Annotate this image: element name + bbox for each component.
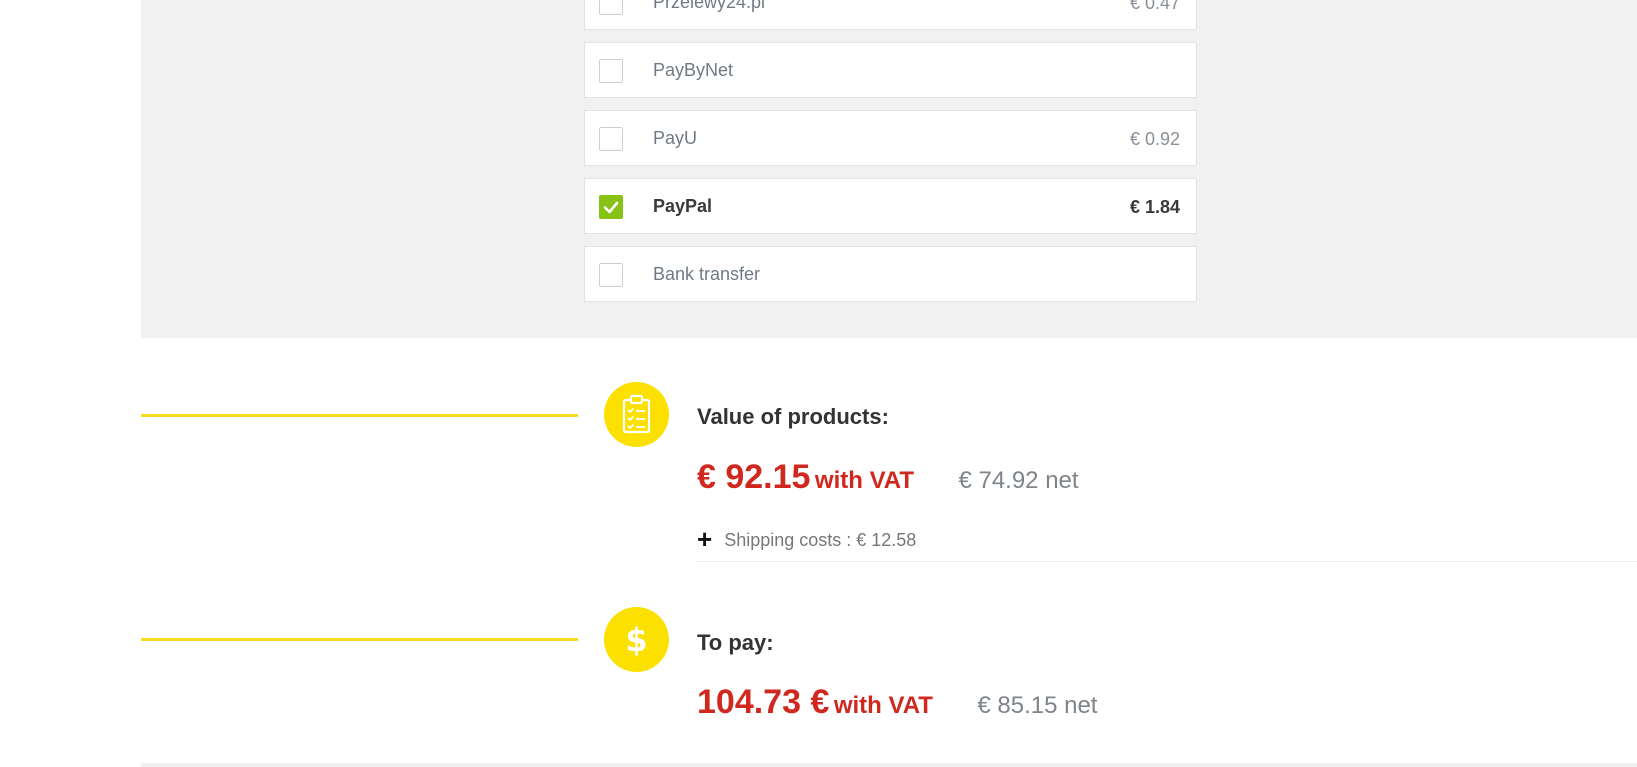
- to-pay-gross-suffix: with VAT: [833, 692, 933, 719]
- payment-option-paybynet[interactable]: PayByNet: [584, 42, 1197, 98]
- products-value-title: Value of products:: [697, 404, 889, 429]
- payment-option-name: PayByNet: [653, 60, 734, 80]
- payment-option-name: PayU: [653, 128, 698, 148]
- shipping-costs: + Shipping costs : € 12.58: [697, 524, 916, 555]
- checkbox[interactable]: [599, 127, 623, 151]
- to-pay-net-price: € 85.15 net: [977, 692, 1098, 719]
- section-divider-line: [141, 638, 578, 641]
- products-net-price: € 74.92 net: [958, 467, 1079, 494]
- payment-option-przelewy24[interactable]: Przelewy24.pl € 0.47: [584, 0, 1197, 30]
- shipping-costs-text: Shipping costs : € 12.58: [724, 530, 917, 550]
- products-gross-price: € 92.15: [697, 458, 811, 496]
- payment-option-name: PayPal: [653, 196, 713, 216]
- payment-option-name: Bank transfer: [653, 264, 761, 284]
- plus-icon: +: [697, 524, 713, 554]
- payment-option-fee: € 0.47: [1129, 0, 1180, 13]
- footer-strip: [141, 763, 1637, 767]
- payment-option-bank-transfer[interactable]: Bank transfer: [584, 246, 1197, 302]
- checkmark-icon: [603, 201, 619, 214]
- checkbox[interactable]: [599, 263, 623, 287]
- dollar-icon: $: [604, 607, 669, 672]
- payment-method-list: Przelewy24.pl € 0.47 PayByNet PayU € 0.9…: [584, 0, 1197, 314]
- payment-option-paypal[interactable]: PayPal € 1.84: [584, 178, 1197, 234]
- divider: [697, 561, 1637, 562]
- payment-option-fee: € 1.84: [1129, 197, 1180, 217]
- to-pay-gross-price: 104.73 €: [697, 683, 830, 721]
- clipboard-checklist-icon: [604, 382, 669, 447]
- products-gross-suffix: with VAT: [814, 467, 914, 494]
- products-price-line: € 92.15 with VAT € 74.92 net: [697, 458, 1079, 497]
- to-pay-title: To pay:: [697, 630, 774, 655]
- payment-option-fee: € 0.92: [1129, 129, 1180, 149]
- payment-option-name: Przelewy24.pl: [653, 0, 766, 12]
- checkbox-checked[interactable]: [599, 195, 623, 219]
- svg-text:$: $: [625, 621, 647, 659]
- to-pay-price-line: 104.73 € with VAT € 85.15 net: [697, 683, 1097, 722]
- checkbox[interactable]: [599, 59, 623, 83]
- checkbox[interactable]: [599, 0, 623, 15]
- section-divider-line: [141, 414, 578, 417]
- payment-option-payu[interactable]: PayU € 0.92: [584, 110, 1197, 166]
